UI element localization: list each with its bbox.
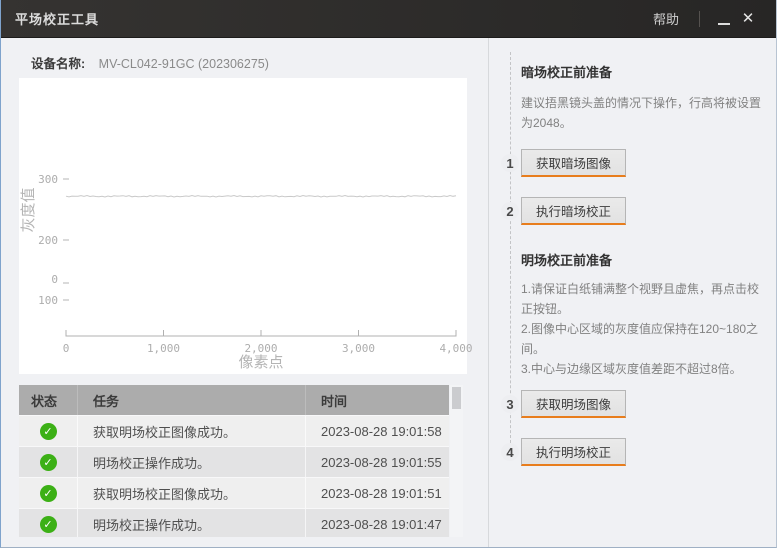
x-axis <box>66 330 456 336</box>
y-axis-title: 灰度值 <box>20 187 37 232</box>
calibration-log-table: 状态 任务 时间 ✓ 获取明场校正图像成功。 2023-08-28 19:01:… <box>19 385 449 537</box>
execute-bright-field-correction-button[interactable]: 执行明场校正 <box>521 438 626 466</box>
window-title: 平场校正工具 <box>15 9 99 28</box>
x-tick-label: 4,000 <box>439 342 472 355</box>
table-row: ✓ 明场校正操作成功。 2023-08-28 19:01:47 <box>19 508 449 537</box>
bright-field-instructions: 1.请保证白纸铺满整个视野且虚焦，再点击校正按钮。 2.图像中心区域的灰度值应保… <box>521 279 766 379</box>
close-icon: ✕ <box>742 11 755 26</box>
device-name-value: MV-CL042-91GC (202306275) <box>99 57 269 71</box>
step-4-number: 4 <box>501 443 519 461</box>
success-icon: ✓ <box>40 423 57 440</box>
x-axis-title: 像素点 <box>238 354 283 371</box>
bright-field-line-3: 3.中心与边缘区域灰度值差距不超过8倍。 <box>521 359 767 379</box>
y-tick-label: 200 <box>38 234 58 247</box>
table-scrollbar-thumb[interactable] <box>452 387 461 409</box>
y-tick-label: 300 <box>38 173 58 186</box>
y-tick-label: 0 <box>51 273 58 286</box>
header-time: 时间 <box>306 385 449 415</box>
step-3-row: 3 获取明场图像 <box>521 390 766 418</box>
table-row: ✓ 明场校正操作成功。 2023-08-28 19:01:55 <box>19 446 449 477</box>
task-cell: 获取明场校正图像成功。 <box>78 478 306 508</box>
step-2-number: 2 <box>501 202 519 220</box>
header-task: 任务 <box>78 385 306 415</box>
dark-field-heading: 暗场校正前准备 <box>521 62 766 81</box>
device-name-label: 设备名称: <box>31 57 85 71</box>
time-cell: 2023-08-28 19:01:55 <box>306 447 449 477</box>
task-cell: 明场校正操作成功。 <box>78 447 306 477</box>
step-2-row: 2 执行暗场校正 <box>521 197 766 225</box>
success-icon: ✓ <box>40 516 57 533</box>
status-cell: ✓ <box>19 416 78 446</box>
table-scrollbar[interactable] <box>450 385 463 537</box>
time-cell: 2023-08-28 19:01:51 <box>306 478 449 508</box>
minimize-icon <box>718 23 730 25</box>
success-icon: ✓ <box>40 485 57 502</box>
minimize-button[interactable] <box>712 7 736 31</box>
time-cell: 2023-08-28 19:01:47 <box>306 509 449 537</box>
status-cell: ✓ <box>19 447 78 477</box>
table-header-row: 状态 任务 时间 <box>19 385 449 415</box>
bright-field-line-1: 1.请保证白纸铺满整个视野且虚焦，再点击校正按钮。 <box>521 279 767 319</box>
flat-field-correction-window: 平场校正工具 帮助 ✕ 设备名称: MV-CL042-91GC (2023062… <box>0 0 777 548</box>
device-name-row: 设备名称: MV-CL042-91GC (202306275) <box>31 53 269 72</box>
table-row: ✓ 获取明场校正图像成功。 2023-08-28 19:01:51 <box>19 477 449 508</box>
status-cell: ✓ <box>19 478 78 508</box>
bright-field-line-2: 2.图像中心区域的灰度值应保持在120~180之间。 <box>521 319 767 359</box>
step-1-number: 1 <box>501 154 519 172</box>
x-tick-label: 3,000 <box>342 342 375 355</box>
x-tick-label: 0 <box>63 342 70 355</box>
instructions-content: 暗场校正前准备 建议捂黑镜头盖的情况下操作，行高将被设置为2048。 1 获取暗… <box>489 38 777 466</box>
y-tick-label: 100 <box>38 294 58 307</box>
bright-field-heading: 明场校正前准备 <box>521 250 766 269</box>
help-button[interactable]: 帮助 <box>647 5 685 32</box>
success-icon: ✓ <box>40 454 57 471</box>
table-row: ✓ 获取明场校正图像成功。 2023-08-28 19:01:58 <box>19 415 449 446</box>
gray-value-series-line <box>66 196 456 198</box>
gray-value-chart: 300 200 100 0 0 1,000 2,000 3,000 4,000 … <box>19 78 467 374</box>
titlebar: 平场校正工具 帮助 ✕ <box>1 0 777 38</box>
task-cell: 明场校正操作成功。 <box>78 509 306 537</box>
status-cell: ✓ <box>19 509 78 537</box>
step-3-number: 3 <box>501 395 519 413</box>
titlebar-divider <box>699 11 700 27</box>
header-status: 状态 <box>19 385 78 415</box>
execute-dark-field-correction-button[interactable]: 执行暗场校正 <box>521 197 626 225</box>
get-bright-field-image-button[interactable]: 获取明场图像 <box>521 390 626 418</box>
task-cell: 获取明场校正图像成功。 <box>78 416 306 446</box>
get-dark-field-image-button[interactable]: 获取暗场图像 <box>521 149 626 177</box>
chart-svg: 300 200 100 0 0 1,000 2,000 3,000 4,000 … <box>19 78 467 374</box>
dark-field-instructions: 建议捂黑镜头盖的情况下操作，行高将被设置为2048。 <box>521 93 767 133</box>
step-4-row: 4 执行明场校正 <box>521 438 766 466</box>
close-button[interactable]: ✕ <box>736 7 760 31</box>
titlebar-controls: 帮助 ✕ <box>647 5 760 32</box>
time-cell: 2023-08-28 19:01:58 <box>306 416 449 446</box>
x-tick-label: 1,000 <box>147 342 180 355</box>
instructions-panel: 暗场校正前准备 建议捂黑镜头盖的情况下操作，行高将被设置为2048。 1 获取暗… <box>489 38 777 548</box>
step-1-row: 1 获取暗场图像 <box>521 149 766 177</box>
